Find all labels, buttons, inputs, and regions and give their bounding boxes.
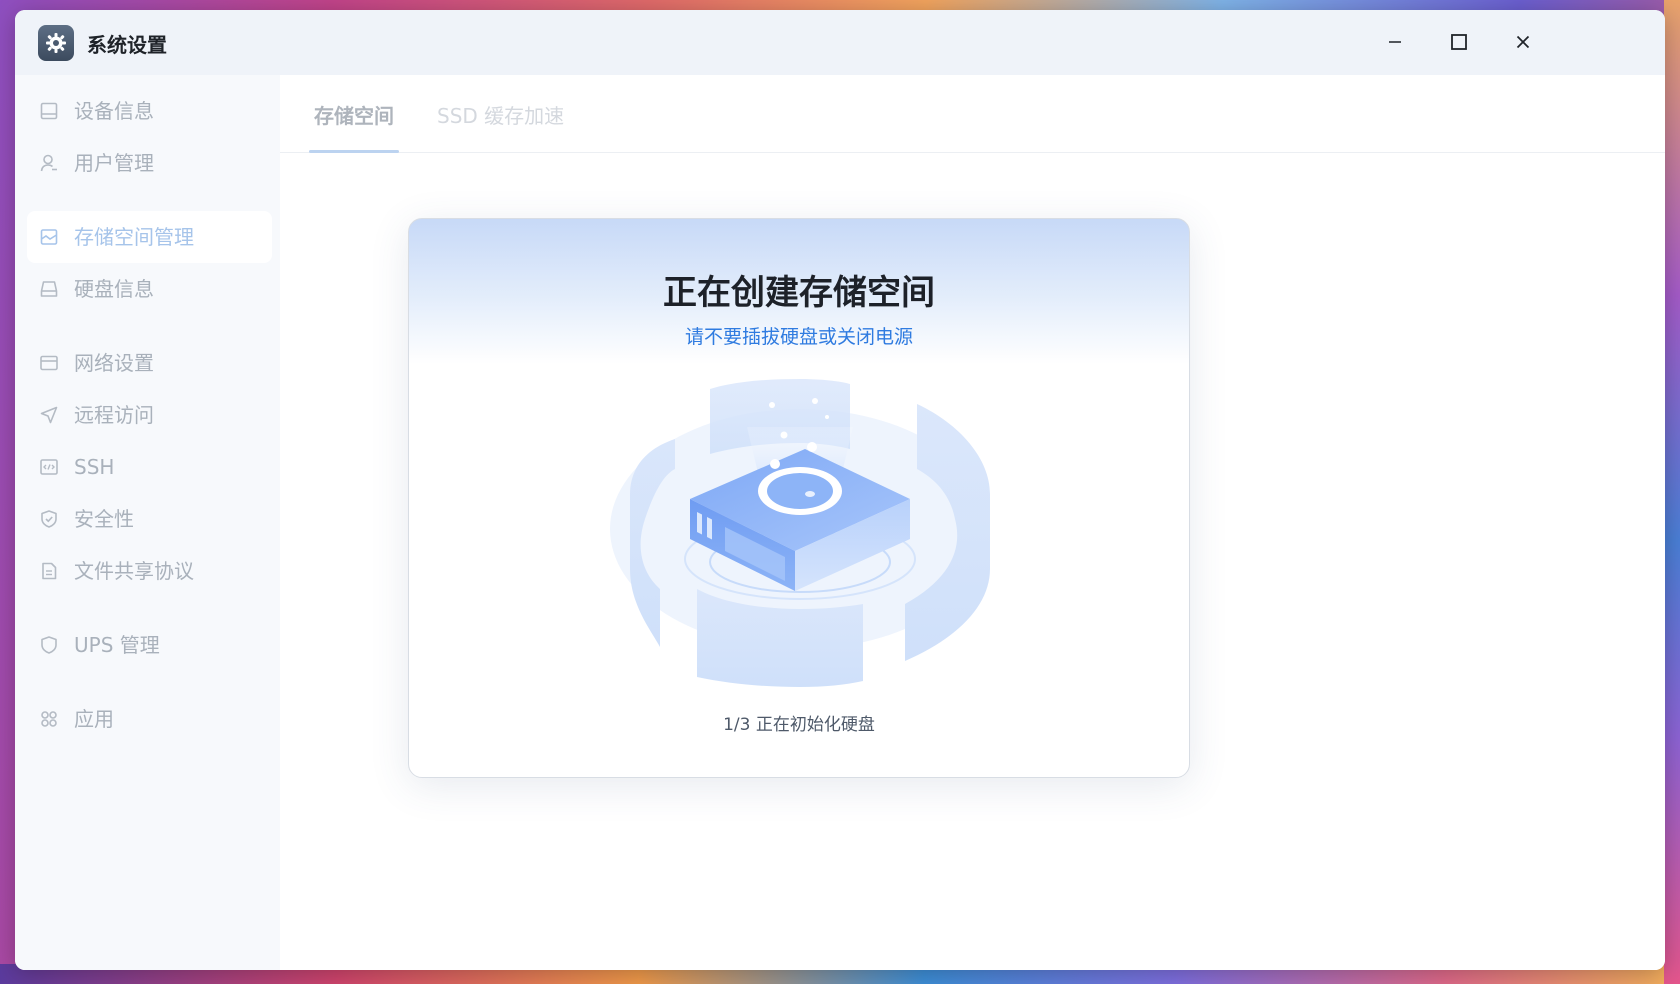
sidebar-item-network-settings[interactable]: 网络设置 [27, 337, 272, 389]
tab-bar: 存储空间 SSD 缓存加速 [280, 75, 1665, 153]
dialog-subtitle: 请不要插拔硬盘或关闭电源 [684, 326, 913, 348]
sidebar-item-label: UPS 管理 [74, 633, 160, 657]
code-icon [39, 457, 59, 477]
sidebar-item-file-sharing[interactable]: 文件共享协议 [27, 545, 272, 597]
shield-check-icon [39, 509, 59, 529]
sidebar-item-remote-access[interactable]: 远程访问 [27, 389, 272, 441]
sidebar-item-label: 硬盘信息 [74, 277, 154, 301]
device-icon [39, 101, 59, 121]
sidebar-item-label: 应用 [74, 707, 114, 731]
sidebar-item-device-info[interactable]: 设备信息 [27, 85, 272, 137]
sidebar-item-label: 用户管理 [74, 151, 154, 175]
send-icon [39, 405, 59, 425]
main-content: 存储空间 SSD 缓存加速 正在创建存储空间 请不要插拔硬盘或关闭电源 1/3 … [280, 75, 1665, 970]
tab-ssd-cache[interactable]: SSD 缓存加速 [437, 104, 564, 128]
title-bar: 系统设置 [15, 10, 1665, 75]
tab-storage[interactable]: 存储空间 [314, 104, 394, 128]
file-icon [39, 561, 59, 581]
sidebar-item-storage-management[interactable]: 存储空间管理 [27, 211, 272, 263]
sidebar-item-label: 安全性 [74, 507, 134, 531]
sidebar-item-label: 远程访问 [74, 403, 154, 427]
close-icon [1516, 35, 1530, 49]
disk-icon [39, 279, 59, 299]
shield-icon [39, 635, 59, 655]
sidebar-item-ups-management[interactable]: UPS 管理 [27, 619, 272, 671]
close-button[interactable] [1503, 24, 1543, 60]
dialog-title: 正在创建存储空间 [663, 273, 935, 313]
user-icon [39, 153, 59, 173]
sidebar-item-label: 设备信息 [74, 99, 154, 123]
network-icon [39, 353, 59, 373]
window-title: 系统设置 [87, 33, 167, 57]
gear-icon [38, 25, 74, 61]
sidebar-item-label: 网络设置 [74, 351, 154, 375]
progress-status: 1/3 正在初始化硬盘 [723, 715, 875, 735]
minimize-icon [1389, 41, 1401, 43]
storage-icon [39, 227, 59, 247]
sidebar-item-apps[interactable]: 应用 [27, 693, 272, 745]
creating-storage-dialog: 正在创建存储空间 请不要插拔硬盘或关闭电源 1/3 正在初始化硬盘 [408, 218, 1190, 778]
sidebar-item-user-management[interactable]: 用户管理 [27, 137, 272, 189]
sidebar-item-label: 文件共享协议 [74, 559, 194, 583]
sidebar: 设备信息 用户管理 存储空间管理 硬盘信息 网络设置 远程访问 SSH 安全性 … [15, 75, 280, 970]
disk-initializing-illustration [605, 379, 995, 689]
settings-window: 系统设置 设备信息 用户管理 存储空间管理 硬盘信息 网络设置 远程访问 SSH… [15, 10, 1665, 970]
maximize-button[interactable] [1439, 24, 1479, 60]
sidebar-item-label: 存储空间管理 [74, 225, 194, 249]
active-tab-indicator [309, 150, 399, 153]
sidebar-item-ssh[interactable]: SSH [27, 441, 272, 493]
maximize-icon [1451, 34, 1467, 50]
apps-icon [39, 709, 59, 729]
sidebar-item-label: SSH [74, 455, 115, 479]
sidebar-item-security[interactable]: 安全性 [27, 493, 272, 545]
sidebar-item-disk-info[interactable]: 硬盘信息 [27, 263, 272, 315]
minimize-button[interactable] [1375, 24, 1415, 60]
desktop-wallpaper-right [1664, 0, 1680, 984]
